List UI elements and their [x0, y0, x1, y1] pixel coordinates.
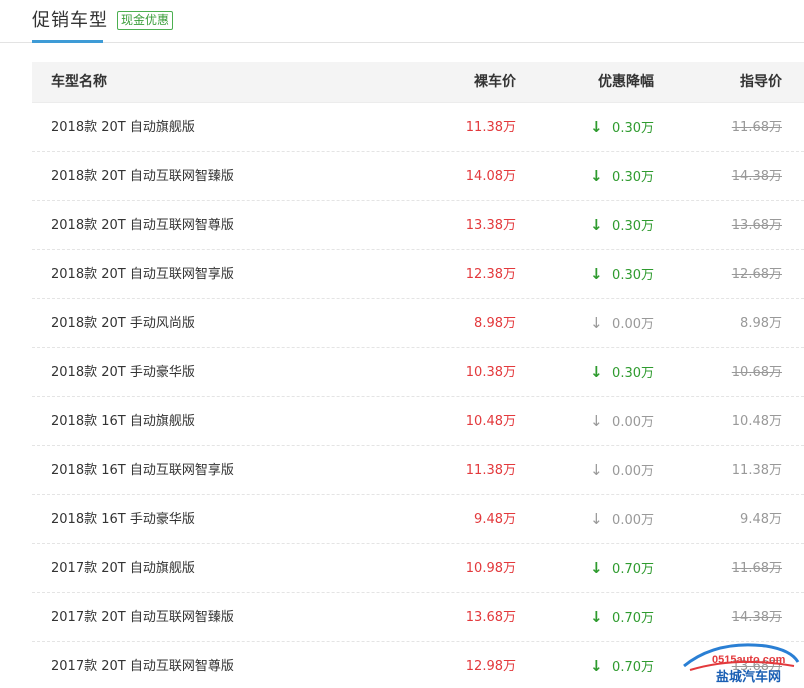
- net-price: 13.38万: [465, 218, 516, 233]
- header-model-name: 车型名称: [51, 74, 107, 90]
- model-name-link[interactable]: 2017款 20T 自动互联网智尊版: [51, 642, 234, 688]
- table-row[interactable]: 2018款 16T 自动旗舰版 10.48万 ↓ 0.00万 10.48万: [32, 397, 804, 446]
- down-arrow-icon: ↓: [590, 118, 603, 136]
- watermark-name: 盐城汽车网: [716, 669, 781, 685]
- net-price: 11.38万: [465, 120, 516, 135]
- net-price: 12.38万: [465, 267, 516, 282]
- model-name-link[interactable]: 2018款 20T 手动风尚版: [51, 299, 195, 348]
- discount-cell: ↓ 0.30万: [590, 250, 654, 299]
- guide-price: 13.68万: [731, 218, 782, 233]
- discount-amount: 0.30万: [612, 366, 654, 381]
- table-header: 车型名称 裸车价 优惠降幅 指导价: [32, 62, 804, 103]
- net-price: 10.38万: [465, 365, 516, 380]
- net-price: 12.98万: [465, 659, 516, 674]
- down-arrow-icon: ↓: [590, 314, 603, 332]
- table-row[interactable]: 2018款 20T 手动豪华版 10.38万 ↓ 0.30万 10.68万: [32, 348, 804, 397]
- down-arrow-icon: ↓: [590, 461, 603, 479]
- guide-price: 12.68万: [731, 267, 782, 282]
- header-guide-price: 指导价: [740, 74, 782, 90]
- model-name-link[interactable]: 2017款 20T 自动旗舰版: [51, 544, 195, 593]
- discount-cell: ↓ 0.00万: [590, 495, 654, 544]
- model-name-link[interactable]: 2018款 16T 自动互联网智享版: [51, 446, 234, 495]
- site-watermark-logo: 0515auto.com 盐城汽车网: [683, 643, 800, 685]
- down-arrow-icon: ↓: [590, 216, 603, 234]
- down-arrow-icon: ↓: [590, 412, 603, 430]
- discount-cell: ↓ 0.30万: [590, 103, 654, 152]
- model-name-link[interactable]: 2018款 20T 自动旗舰版: [51, 103, 195, 152]
- guide-price: 11.68万: [731, 120, 782, 135]
- table-row[interactable]: 2017款 20T 自动互联网智臻版 13.68万 ↓ 0.70万 14.38万: [32, 593, 804, 642]
- model-name-link[interactable]: 2018款 20T 自动互联网智享版: [51, 250, 234, 299]
- discount-amount: 0.00万: [612, 415, 654, 430]
- guide-price: 11.68万: [731, 561, 782, 576]
- net-price: 9.48万: [474, 512, 516, 527]
- cash-discount-badge: 现金优惠: [117, 11, 174, 30]
- watermark-domain: 0515auto.com: [712, 654, 786, 666]
- down-arrow-icon: ↓: [590, 559, 603, 577]
- discount-amount: 0.70万: [612, 660, 654, 675]
- down-arrow-icon: ↓: [590, 608, 603, 626]
- discount-cell: ↓ 0.00万: [590, 446, 654, 495]
- discount-amount: 0.00万: [612, 513, 654, 528]
- discount-amount: 0.30万: [612, 219, 654, 234]
- model-name-link[interactable]: 2017款 20T 自动互联网智臻版: [51, 593, 234, 642]
- discount-cell: ↓ 0.70万: [590, 642, 654, 688]
- guide-price: 14.38万: [731, 610, 782, 625]
- down-arrow-icon: ↓: [590, 510, 603, 528]
- tab-active-indicator: [32, 40, 103, 43]
- table-row[interactable]: 2018款 20T 自动旗舰版 11.38万 ↓ 0.30万 11.68万: [32, 103, 804, 152]
- net-price: 14.08万: [465, 169, 516, 184]
- guide-price: 11.38万: [731, 463, 782, 478]
- tab-promo-models[interactable]: 促销车型: [32, 6, 108, 32]
- guide-price: 10.48万: [731, 414, 782, 429]
- discount-cell: ↓ 0.70万: [590, 593, 654, 642]
- table-body: 2018款 20T 自动旗舰版 11.38万 ↓ 0.30万 11.68万 2018款 2…: [32, 103, 804, 688]
- net-price: 13.68万: [465, 610, 516, 625]
- discount-amount: 0.00万: [612, 317, 654, 332]
- guide-price: 10.68万: [731, 365, 782, 380]
- discount-amount: 0.30万: [612, 170, 654, 185]
- net-price: 8.98万: [474, 316, 516, 331]
- table-row[interactable]: 2018款 20T 自动互联网智尊版 13.38万 ↓ 0.30万 13.68万: [32, 201, 804, 250]
- discount-cell: ↓ 0.30万: [590, 152, 654, 201]
- discount-cell: ↓ 0.30万: [590, 348, 654, 397]
- discount-cell: ↓ 0.00万: [590, 397, 654, 446]
- table-row[interactable]: 2017款 20T 自动旗舰版 10.98万 ↓ 0.70万 11.68万: [32, 544, 804, 593]
- discount-cell: ↓ 0.30万: [590, 201, 654, 250]
- model-name-link[interactable]: 2018款 20T 自动互联网智臻版: [51, 152, 234, 201]
- model-name-link[interactable]: 2018款 20T 自动互联网智尊版: [51, 201, 234, 250]
- net-price: 11.38万: [465, 463, 516, 478]
- tab-bar: 促销车型 现金优惠: [0, 0, 804, 43]
- down-arrow-icon: ↓: [590, 265, 603, 283]
- discount-cell: ↓ 0.00万: [590, 299, 654, 348]
- discount-amount: 0.00万: [612, 464, 654, 479]
- net-price: 10.98万: [465, 561, 516, 576]
- down-arrow-icon: ↓: [590, 657, 603, 675]
- promo-models-table: 车型名称 裸车价 优惠降幅 指导价 2018款 20T 自动旗舰版 11.38万 ↓…: [32, 62, 804, 688]
- model-name-link[interactable]: 2018款 20T 手动豪华版: [51, 348, 195, 397]
- discount-amount: 0.70万: [612, 562, 654, 577]
- guide-price: 8.98万: [740, 316, 782, 331]
- discount-amount: 0.70万: [612, 611, 654, 626]
- header-net-price: 裸车价: [474, 74, 516, 90]
- table-row[interactable]: 2018款 16T 手动豪华版 9.48万 ↓ 0.00万 9.48万: [32, 495, 804, 544]
- header-discount: 优惠降幅: [598, 74, 654, 90]
- table-row[interactable]: 2018款 20T 手动风尚版 8.98万 ↓ 0.00万 8.98万: [32, 299, 804, 348]
- table-row[interactable]: 2018款 20T 自动互联网智臻版 14.08万 ↓ 0.30万 14.38万: [32, 152, 804, 201]
- discount-amount: 0.30万: [612, 268, 654, 283]
- discount-cell: ↓ 0.70万: [590, 544, 654, 593]
- discount-amount: 0.30万: [612, 121, 654, 136]
- table-row[interactable]: 2018款 20T 自动互联网智享版 12.38万 ↓ 0.30万 12.68万: [32, 250, 804, 299]
- net-price: 10.48万: [465, 414, 516, 429]
- model-name-link[interactable]: 2018款 16T 自动旗舰版: [51, 397, 195, 446]
- down-arrow-icon: ↓: [590, 363, 603, 381]
- guide-price: 9.48万: [740, 512, 782, 527]
- table-row[interactable]: 2018款 16T 自动互联网智享版 11.38万 ↓ 0.00万 11.38万: [32, 446, 804, 495]
- down-arrow-icon: ↓: [590, 167, 603, 185]
- guide-price: 14.38万: [731, 169, 782, 184]
- model-name-link[interactable]: 2018款 16T 手动豪华版: [51, 495, 195, 544]
